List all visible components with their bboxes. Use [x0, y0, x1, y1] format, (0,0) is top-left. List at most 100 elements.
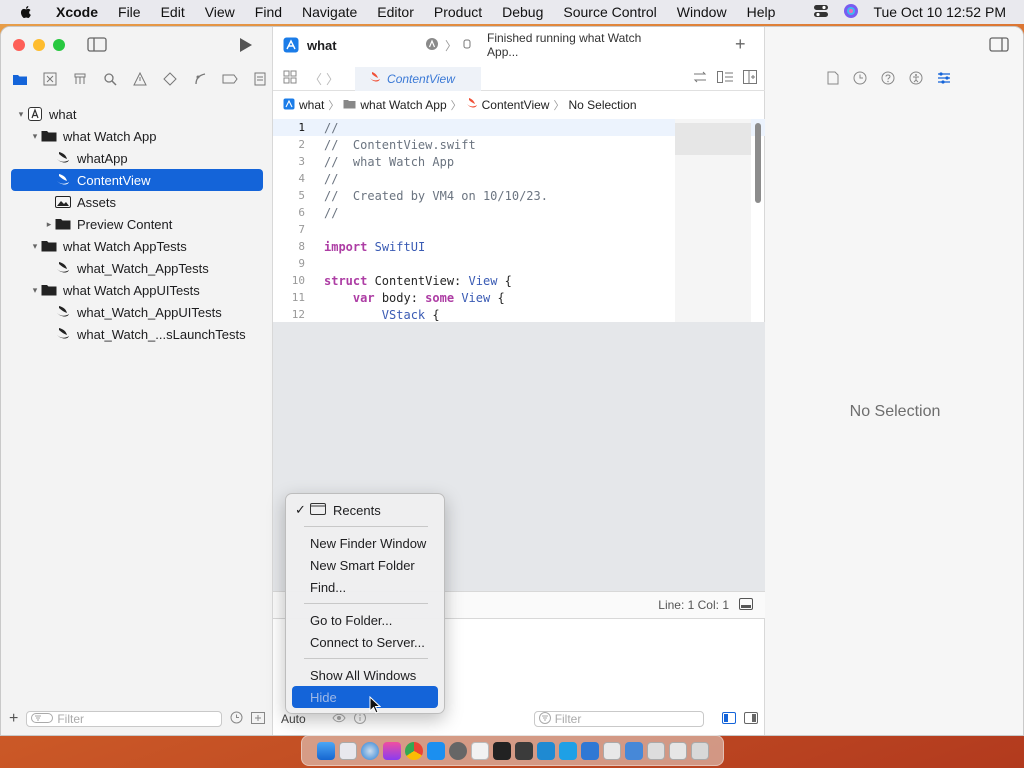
finder-dock-icon[interactable]	[316, 741, 335, 760]
source-code-editor[interactable]: 1 // 2 // ContentView.swift 3 // what Watch A…	[273, 119, 765, 322]
report-navigator-icon[interactable]	[251, 71, 268, 87]
filter-scm-icon[interactable]	[251, 711, 265, 727]
breadcrumb-selection[interactable]: No Selection	[568, 98, 636, 112]
scheme-project-name[interactable]: what	[307, 38, 337, 53]
editor-options-lines-icon[interactable]	[717, 71, 733, 86]
trash-dock-icon[interactable]	[690, 741, 709, 760]
disclosure-expanded-icon[interactable]: ▾	[29, 131, 41, 142]
textedit-dock-icon[interactable]	[470, 741, 489, 760]
menu-file[interactable]: File	[118, 4, 141, 20]
minimize-window-button[interactable]	[33, 39, 45, 51]
disclosure-expanded-icon[interactable]: ▾	[15, 109, 27, 120]
debug-navigator-icon[interactable]	[191, 71, 208, 87]
add-editor-split-icon[interactable]	[743, 70, 757, 87]
run-play-icon[interactable]	[239, 37, 253, 56]
forward-chevron-icon[interactable]: 〉	[326, 69, 339, 88]
source-control-navigator-icon[interactable]	[41, 71, 58, 87]
breadcrumb-group[interactable]: what Watch App	[360, 98, 446, 112]
menu-item-recents[interactable]: ✓ Recents	[292, 499, 438, 521]
menu-item-show-all-windows[interactable]: Show All Windows	[292, 664, 438, 686]
android-studio-dock-icon[interactable]	[514, 741, 533, 760]
navigator-item[interactable]: Assets	[11, 191, 263, 213]
vscode-dock-icon[interactable]	[536, 741, 555, 760]
test-navigator-icon[interactable]	[161, 71, 178, 87]
menu-source-control[interactable]: Source Control	[563, 4, 656, 20]
adjust-editor-options-icon[interactable]	[693, 71, 707, 86]
grid-related-items-icon[interactable]	[283, 70, 297, 87]
downloads-dock-icon[interactable]	[668, 741, 687, 760]
toggle-inspector-icon[interactable]	[989, 37, 1009, 55]
history-inspector-icon[interactable]	[853, 71, 867, 88]
menu-item-go-to-folder[interactable]: Go to Folder...	[292, 609, 438, 631]
navigator-item[interactable]: what_Watch_...sLaunchTests	[11, 323, 263, 345]
menu-edit[interactable]: Edit	[161, 4, 185, 20]
menubar-clock[interactable]: Tue Oct 10 12:52 PM	[873, 4, 1006, 20]
preview-dock-icon[interactable]	[602, 741, 621, 760]
find-navigator-icon[interactable]	[101, 71, 118, 87]
control-center-icon[interactable]	[813, 4, 829, 21]
disclosure-collapsed-icon[interactable]: ▸	[43, 219, 55, 230]
terminal-dock-icon[interactable]	[492, 741, 511, 760]
sidebar-toggle-icon[interactable]	[87, 37, 107, 55]
navigator-item[interactable]: ContentView	[11, 169, 263, 191]
menu-editor[interactable]: Editor	[377, 4, 414, 20]
variables-scope-auto[interactable]: Auto	[281, 712, 306, 726]
menu-view[interactable]: View	[205, 4, 235, 20]
add-file-icon[interactable]: +	[9, 710, 18, 728]
symbol-navigator-icon[interactable]	[71, 71, 88, 87]
watchos-destination-icon[interactable]	[425, 37, 439, 54]
show-variables-view-icon[interactable]	[721, 711, 736, 727]
navigator-item[interactable]: what_Watch_AppTests	[11, 257, 263, 279]
minimap-visible-region[interactable]	[675, 123, 751, 155]
xcode-dock-icon[interactable]	[580, 741, 599, 760]
safari-dock-icon[interactable]	[360, 741, 379, 760]
breakpoint-navigator-icon[interactable]	[221, 71, 238, 87]
editor-scrollbar[interactable]	[755, 123, 761, 203]
add-tab-plus-icon[interactable]: +	[735, 34, 746, 55]
close-window-button[interactable]	[13, 39, 25, 51]
system-settings-dock-icon[interactable]	[448, 741, 467, 760]
toggle-debug-area-icon[interactable]	[739, 597, 753, 613]
issue-navigator-icon[interactable]	[131, 71, 148, 87]
recent-files-clock-icon[interactable]	[230, 711, 243, 727]
apple-logo-icon[interactable]	[18, 4, 34, 20]
filter-options-icon[interactable]	[31, 712, 54, 726]
show-console-view-icon[interactable]	[743, 711, 758, 727]
navigator-item[interactable]: ▾ what Watch AppUITests	[11, 279, 263, 301]
navigator-item[interactable]: ▾ what Watch App	[11, 125, 263, 147]
menu-item-new-smart-folder[interactable]: New Smart Folder	[292, 554, 438, 576]
navigator-item[interactable]: ▸ Preview Content	[11, 213, 263, 235]
disclosure-expanded-icon[interactable]: ▾	[29, 241, 41, 252]
navigator-item[interactable]: what_Watch_AppUITests	[11, 301, 263, 323]
breadcrumb-file[interactable]: ContentView	[482, 98, 550, 112]
keyboard-viewer-dock-icon[interactable]	[646, 741, 665, 760]
accessibility-inspector-icon[interactable]	[909, 71, 923, 88]
menu-find[interactable]: Find	[255, 4, 282, 20]
menu-help[interactable]: Help	[747, 4, 776, 20]
breadcrumb-project[interactable]: what	[299, 98, 324, 112]
menu-product[interactable]: Product	[434, 4, 482, 20]
app-store-dock-icon[interactable]	[426, 741, 445, 760]
apple-watch-device-icon[interactable]	[463, 38, 471, 53]
menu-item-hide[interactable]: Hide	[292, 686, 438, 708]
project-app-icon[interactable]	[283, 37, 299, 56]
file-inspector-icon[interactable]	[827, 71, 839, 88]
menu-item-find[interactable]: Find...	[292, 576, 438, 598]
navigator-item[interactable]: ▾ what	[11, 103, 263, 125]
launchpad-dock-icon[interactable]	[338, 741, 357, 760]
back-chevron-icon[interactable]: 〈	[309, 69, 322, 88]
sourcetree-dock-icon[interactable]	[558, 741, 577, 760]
photos-dock-icon[interactable]	[382, 741, 401, 760]
navigator-filter-field[interactable]: Filter	[26, 711, 222, 727]
navigator-item[interactable]: whatApp	[11, 147, 263, 169]
zoom-window-button[interactable]	[53, 39, 65, 51]
tab-contentview[interactable]: ContentView	[355, 66, 482, 91]
siri-icon[interactable]	[843, 3, 859, 22]
quick-help-icon[interactable]	[881, 71, 895, 88]
menu-navigate[interactable]: Navigate	[302, 4, 357, 20]
eye-quicklook-icon[interactable]	[332, 712, 346, 726]
project-navigator-folder-icon[interactable]	[11, 71, 28, 87]
menu-debug[interactable]: Debug	[502, 4, 543, 20]
disclosure-expanded-icon[interactable]: ▾	[29, 285, 41, 296]
attributes-inspector-icon[interactable]	[937, 71, 951, 88]
